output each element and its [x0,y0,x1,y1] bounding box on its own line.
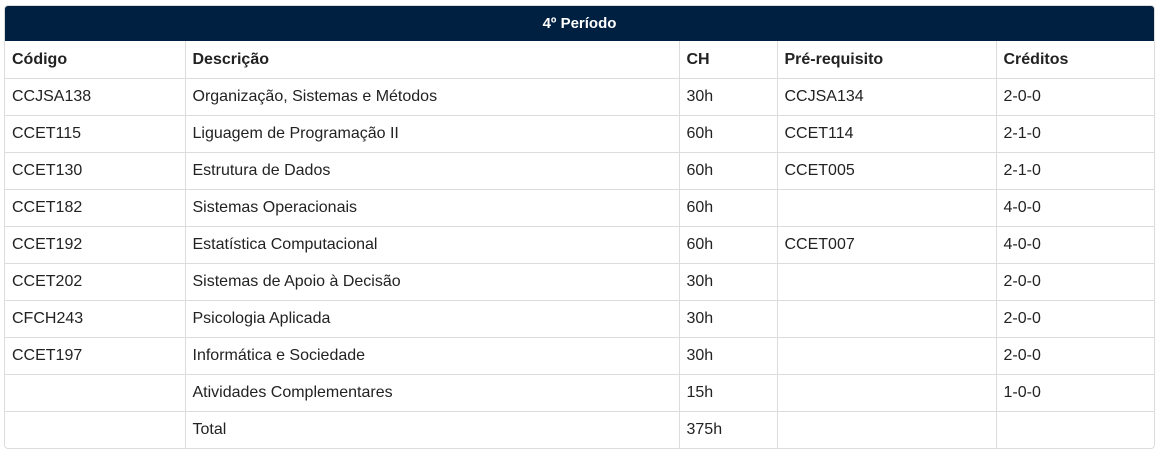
table-row: CCJSA138 Organização, Sistemas e Métodos… [5,78,1154,116]
cell-prerequisito [777,189,997,227]
cell-codigo: CCET202 [5,263,186,301]
cell-prerequisito: CCET005 [777,152,997,190]
cell-codigo: CCET130 [5,152,186,190]
cell-codigo: CCJSA138 [5,78,186,116]
cell-ch: 60h [679,152,778,190]
cell-creditos: 2-1-0 [996,152,1154,190]
table-row: CCET182 Sistemas Operacionais 60h 4-0-0 [5,189,1154,227]
header-ch: CH [679,41,778,79]
cell-descricao: Estatística Computacional [185,226,680,264]
cell-ch: 15h [679,374,778,412]
cell-prerequisito [777,263,997,301]
cell-codigo: CCET192 [5,226,186,264]
cell-ch: 60h [679,189,778,227]
cell-creditos: 2-0-0 [996,337,1154,375]
curriculum-table-container: 4º Período Código Descrição CH Pré-requi… [4,5,1155,449]
cell-descricao: Sistemas Operacionais [185,189,680,227]
header-codigo: Código [5,41,186,79]
header-descricao: Descrição [185,41,680,79]
column-header-row: Código Descrição CH Pré-requisito Crédit… [5,41,1154,79]
cell-creditos: 2-0-0 [996,300,1154,338]
cell-descricao: Sistemas de Apoio à Decisão [185,263,680,301]
table-row: CCET197 Informática e Sociedade 30h 2-0-… [5,337,1154,375]
cell-prerequisito [777,337,997,375]
cell-creditos: 4-0-0 [996,189,1154,227]
header-creditos: Créditos [996,41,1154,79]
cell-creditos [996,412,1154,449]
cell-creditos: 4-0-0 [996,226,1154,264]
cell-ch: 375h [679,411,778,448]
cell-prerequisito: CCET114 [777,115,997,153]
cell-codigo: CCET197 [5,337,186,375]
cell-creditos: 1-0-0 [996,374,1154,412]
cell-prerequisito: CCJSA134 [777,78,997,116]
cell-codigo [5,411,186,448]
header-prerequisito: Pré-requisito [777,41,997,79]
table-row: CCET202 Sistemas de Apoio à Decisão 30h … [5,263,1154,301]
cell-prerequisito [777,411,997,448]
table-row: CFCH243 Psicologia Aplicada 30h 2-0-0 [5,300,1154,338]
cell-codigo: CFCH243 [5,300,186,338]
cell-creditos: 2-1-0 [996,115,1154,153]
cell-descricao: Organização, Sistemas e Métodos [185,78,680,116]
cell-ch: 30h [679,337,778,375]
cell-ch: 60h [679,226,778,264]
table-row: CCET115 Liguagem de Programação II 60h C… [5,115,1154,153]
cell-prerequisito: CCET007 [777,226,997,264]
cell-ch: 30h [679,263,778,301]
table-row: CCET130 Estrutura de Dados 60h CCET005 2… [5,152,1154,190]
cell-codigo: CCET115 [5,115,186,153]
cell-descricao: Psicologia Aplicada [185,300,680,338]
cell-descricao: Liguagem de Programação II [185,115,680,153]
cell-prerequisito [777,300,997,338]
cell-creditos: 2-0-0 [996,263,1154,301]
period-title: 4º Período [5,6,1154,41]
cell-descricao: Atividades Complementares [185,374,680,412]
period-title-row: 4º Período [5,6,1154,41]
curriculum-table: 4º Período Código Descrição CH Pré-requi… [5,6,1154,448]
cell-codigo [5,374,186,412]
table-row: Atividades Complementares 15h 1-0-0 [5,374,1154,412]
total-row: Total 375h [5,411,1154,449]
cell-ch: 60h [679,115,778,153]
cell-codigo: CCET182 [5,189,186,227]
cell-descricao: Total [185,411,680,448]
cell-creditos: 2-0-0 [996,78,1154,116]
cell-descricao: Estrutura de Dados [185,152,680,190]
cell-ch: 30h [679,300,778,338]
cell-ch: 30h [679,78,778,116]
table-row: CCET192 Estatística Computacional 60h CC… [5,226,1154,264]
cell-descricao: Informática e Sociedade [185,337,680,375]
cell-prerequisito [777,374,997,412]
